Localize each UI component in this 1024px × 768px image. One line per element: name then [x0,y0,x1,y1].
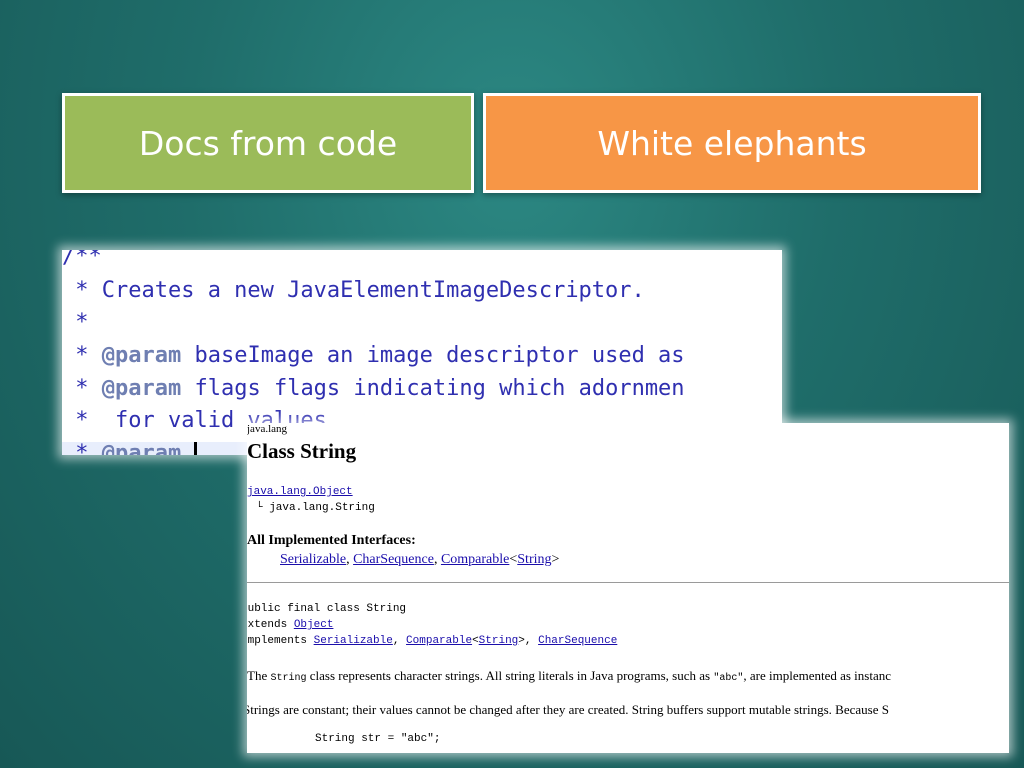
code-line: /** [62,250,102,269]
class-tree-child: └ java.lang.String [256,502,375,514]
class-title: Class String [247,439,357,463]
javadoc-html-page: java.lang Class String java.lang.Object … [247,423,1009,753]
comparable-link[interactable]: Comparable [406,635,472,647]
package-name: java.lang [247,423,288,435]
charsequence-link[interactable]: CharSequence [353,552,434,567]
docs-from-code-box: Docs from code [62,93,474,193]
interfaces-heading: All Implemented Interfaces: [247,533,416,548]
white-elephants-box: White elephants [483,93,981,193]
object-link[interactable]: Object [294,619,334,631]
docs-from-code-label: Docs from code [138,123,398,163]
text-cursor [194,442,198,455]
description-paragraph: Strings are constant; their values canno… [247,702,889,717]
white-elephants-label: White elephants [597,123,867,163]
serializable-link[interactable]: Serializable [314,635,393,647]
divider [247,582,1009,583]
interfaces-list: Serializable, CharSequence, Comparable<S… [280,552,560,567]
code-line: * [62,310,89,335]
code-line: * Creates a new JavaElementImageDescript… [62,278,645,303]
string-link[interactable]: String [517,552,551,567]
param-tag: @param [101,343,182,368]
class-declaration: public final class String [247,603,407,615]
extends-line: extends Object [247,619,334,631]
description-paragraph: The String class represents character st… [247,668,891,684]
serializable-link[interactable]: Serializable [280,552,346,567]
code-line-param: * @param flags flags indicating which ad… [62,376,685,401]
code-line-param: * @param baseImage an image descriptor u… [62,343,685,368]
string-link[interactable]: String [479,635,519,647]
implements-line: implements Serializable, Comparable<Stri… [247,635,618,647]
charsequence-link[interactable]: CharSequence [538,635,617,647]
param-tag: @param [101,441,182,456]
comparable-link[interactable]: Comparable [441,552,509,567]
param-tag: @param [101,376,182,401]
superclass-link[interactable]: java.lang.Object [247,486,353,498]
code-sample: String str = "abc"; [315,733,441,745]
